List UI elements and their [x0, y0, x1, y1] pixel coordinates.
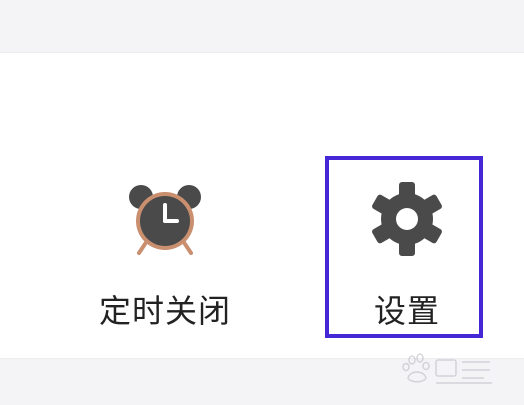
- top-panel-strip: [0, 0, 524, 53]
- timer-off-button[interactable]: 定时关闭: [85, 160, 245, 340]
- baidu-jingyan-watermark: [400, 352, 496, 388]
- settings-label: 设置: [373, 292, 440, 330]
- settings-button[interactable]: 设置: [327, 160, 487, 340]
- timer-off-label: 定时关闭: [98, 292, 231, 330]
- alarm-clock-icon: [120, 174, 210, 264]
- gear-icon: [362, 174, 452, 264]
